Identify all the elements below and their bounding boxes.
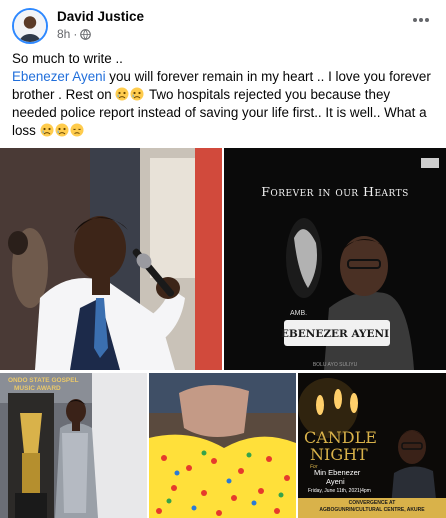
sad-face-emoji [70, 123, 84, 137]
photo-memorial-poster[interactable]: Forever in our Hearts AMB. EBENEZER AYEN… [224, 148, 446, 370]
meta-separator: · [73, 27, 78, 41]
memorial-name: EBENEZER AYENI [280, 328, 390, 340]
award-plaque-line1: ONDO STATE GOSPEL [8, 377, 79, 384]
memorial-heading: Forever in our Hearts [261, 184, 409, 199]
post-text: So much to write .. Ebenezer Ayeni you w… [12, 50, 437, 140]
photo-singer[interactable] [0, 148, 222, 370]
more-options-icon[interactable] [410, 11, 432, 29]
award-plaque-line2: MUSIC AWARD [14, 385, 61, 392]
photo-candle-night[interactable]: CANDLE NIGHT For Min Ebenezer Ayeni Frid… [298, 373, 446, 518]
candle-name-2: Ayeni [326, 477, 345, 486]
post-header: David Justice 8h · [0, 0, 446, 46]
candle-title-2: NIGHT [310, 445, 368, 464]
mention-link[interactable]: Ebenezer Ayeni [12, 69, 106, 84]
crying-face-emoji [115, 87, 129, 101]
post-meta: 8h · [57, 27, 92, 41]
memorial-prefix: AMB. [290, 310, 308, 317]
photo-fabric[interactable] [149, 373, 296, 518]
candle-date: Friday, June 11th, 2021|4pm [308, 488, 371, 494]
photo-award[interactable]: ONDO STATE GOSPEL MUSIC AWARD [0, 373, 147, 518]
candle-name-1: Min Ebenezer [314, 468, 361, 477]
post-time[interactable]: 8h [57, 27, 70, 41]
post-text-body: Ebenezer Ayeni you will forever remain i… [12, 68, 437, 140]
crying-face-emoji [40, 123, 54, 137]
globe-icon[interactable] [80, 28, 92, 40]
candle-venue: AGBOGUNRIN/CULTURAL CENTRE, AKURE [319, 507, 425, 513]
post-text-line1: So much to write .. [12, 51, 123, 66]
memorial-footer: BOLU AYO SULIYU [312, 362, 358, 368]
candle-venue-label: CONVERGENCE AT [348, 500, 396, 506]
author-name[interactable]: David Justice [57, 9, 144, 24]
crying-face-emoji [130, 87, 144, 101]
crying-face-emoji [55, 123, 69, 137]
author-avatar[interactable] [12, 8, 48, 44]
